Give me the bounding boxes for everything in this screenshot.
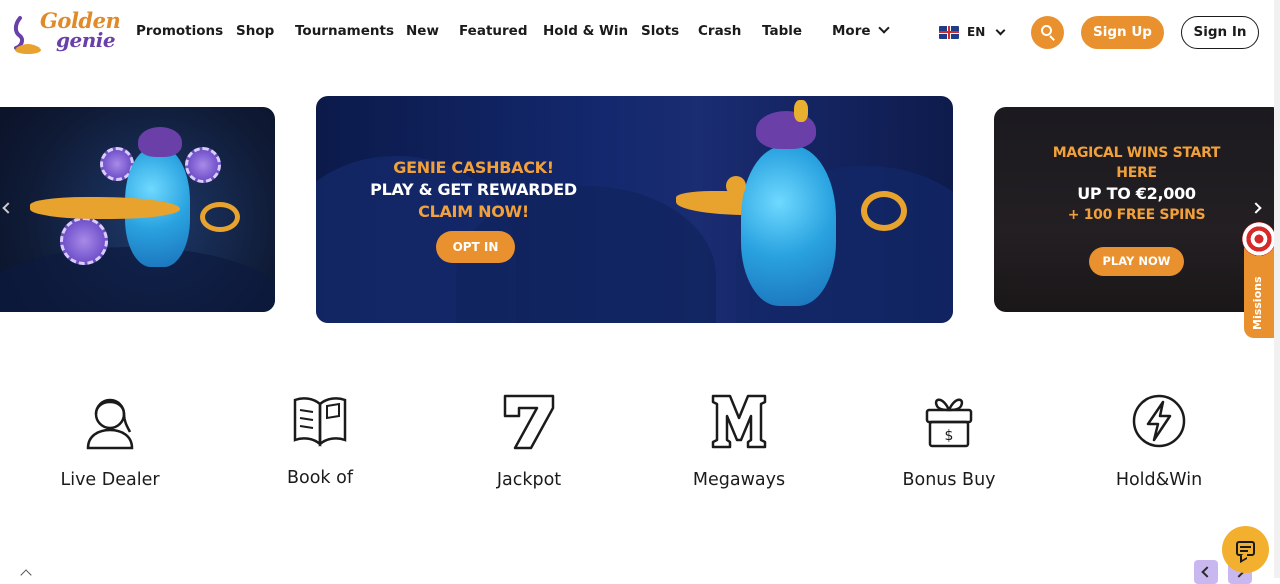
promo-line-1: MAGICAL WINS START bbox=[1052, 145, 1221, 161]
play-now-button[interactable]: PLAY NOW bbox=[1089, 247, 1184, 276]
magic-lamp-image bbox=[30, 197, 180, 219]
category-label: Bonus Buy bbox=[902, 470, 996, 490]
sign-in-button[interactable]: Sign In bbox=[1181, 16, 1259, 49]
live-chat-button[interactable] bbox=[1222, 526, 1269, 573]
promo-slide-active[interactable]: GENIE CASHBACK! PLAY & GET REWARDED CLAI… bbox=[316, 96, 953, 323]
sign-up-button[interactable]: Sign Up bbox=[1081, 16, 1164, 49]
promo-slide-previous[interactable] bbox=[0, 107, 275, 312]
live-dealer-icon bbox=[86, 398, 134, 450]
nav-item-table[interactable]: Table bbox=[762, 23, 802, 39]
chat-icon bbox=[1236, 541, 1255, 556]
category-book-of[interactable]: Book of bbox=[250, 392, 390, 492]
search-button[interactable] bbox=[1031, 16, 1064, 49]
category-label: Book of bbox=[287, 468, 353, 488]
opt-in-button[interactable]: OPT IN bbox=[436, 231, 515, 263]
category-live-dealer[interactable]: Live Dealer bbox=[40, 392, 180, 492]
promo-headline: GENIE CASHBACK! PLAY & GET REWARDED CLAI… bbox=[356, 157, 591, 223]
nav-item-slots[interactable]: Slots bbox=[641, 23, 679, 39]
category-label: Hold&Win bbox=[1115, 470, 1203, 490]
nav-more-dropdown[interactable]: More bbox=[832, 22, 890, 39]
chevron-down-icon bbox=[995, 25, 1006, 35]
site-header: Golden genie Promotions Shop Tournaments… bbox=[0, 0, 1280, 66]
language-code: EN bbox=[967, 25, 986, 39]
category-bonus-buy[interactable]: $ Bonus Buy bbox=[879, 392, 1019, 492]
nav-item-crash[interactable]: Crash bbox=[698, 23, 741, 39]
genie-image bbox=[741, 146, 836, 306]
promo-line-3: UP TO €2,000 bbox=[1077, 184, 1196, 203]
chevron-up-icon[interactable] bbox=[20, 569, 32, 581]
missions-label: Missions bbox=[1251, 276, 1264, 330]
nav-item-promotions[interactable]: Promotions bbox=[136, 23, 223, 39]
lamp-icon bbox=[13, 16, 41, 54]
promo-line-4: + 100 FREE SPINS bbox=[1067, 207, 1206, 223]
logo-text-genie: genie bbox=[56, 28, 116, 52]
category-megaways[interactable]: Megaways bbox=[669, 392, 809, 492]
category-label: Live Dealer bbox=[60, 470, 160, 490]
promo-headline: MAGICAL WINS START HERE UP TO €2,000 + 1… bbox=[1034, 143, 1239, 225]
seven-icon bbox=[503, 394, 555, 450]
svg-text:$: $ bbox=[945, 428, 954, 444]
nav-more-label: More bbox=[832, 23, 871, 39]
nav-item-featured[interactable]: Featured bbox=[459, 23, 527, 39]
category-jackpot[interactable]: Jackpot bbox=[459, 392, 599, 492]
chevron-down-icon bbox=[877, 22, 890, 34]
promo-slide-next[interactable]: MAGICAL WINS START HERE UP TO €2,000 + 1… bbox=[994, 107, 1280, 312]
language-selector[interactable]: EN bbox=[939, 22, 1006, 42]
gift-dollar-icon: $ bbox=[925, 398, 973, 448]
nav-item-shop[interactable]: Shop bbox=[236, 23, 274, 39]
casino-chip-image bbox=[60, 217, 108, 265]
page-scrollbar[interactable] bbox=[1274, 0, 1280, 578]
promo-line-3: CLAIM NOW! bbox=[418, 202, 529, 221]
promo-line-2: HERE bbox=[1116, 165, 1157, 181]
megaways-m-icon bbox=[711, 394, 767, 449]
category-label: Jackpot bbox=[496, 470, 562, 490]
nav-item-tournaments[interactable]: Tournaments bbox=[295, 23, 394, 39]
promo-line-2: PLAY & GET REWARDED bbox=[370, 180, 577, 199]
category-label: Megaways bbox=[692, 470, 786, 490]
golden-genie-logo[interactable]: Golden genie bbox=[12, 8, 122, 58]
section-prev-button[interactable] bbox=[1194, 560, 1218, 584]
uk-flag-icon bbox=[939, 25, 959, 39]
casino-chip-image bbox=[185, 147, 221, 183]
lightning-icon bbox=[1132, 394, 1186, 448]
target-icon bbox=[1242, 222, 1276, 256]
nav-item-hold-win[interactable]: Hold & Win bbox=[543, 23, 628, 39]
promo-line-1: GENIE CASHBACK! bbox=[393, 158, 554, 177]
book-icon bbox=[293, 397, 347, 447]
category-hold-win[interactable]: Hold&Win bbox=[1089, 392, 1229, 492]
nav-item-new[interactable]: New bbox=[406, 23, 439, 39]
